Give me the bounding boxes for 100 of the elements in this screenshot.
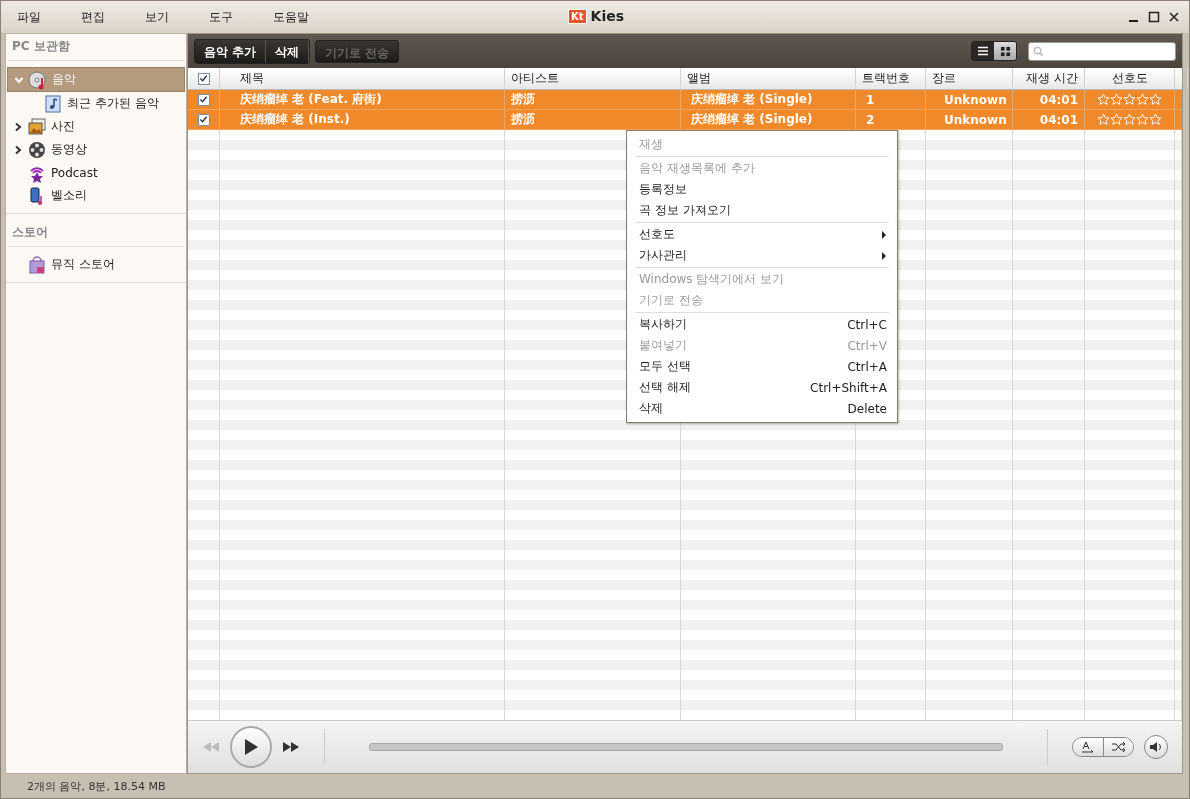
shortcut-label: Ctrl+A	[847, 359, 887, 374]
close-icon	[1167, 10, 1181, 24]
rewind-icon	[202, 742, 220, 752]
menu-item-label: 재생	[639, 136, 664, 153]
star-outline-icon	[1136, 93, 1149, 106]
checkbox[interactable]	[197, 93, 210, 106]
shortcut-label: Delete	[847, 401, 887, 416]
menu-item-label: 기기로 전송	[639, 292, 704, 309]
star-outline-icon	[1110, 113, 1123, 126]
section-title: 스토어	[8, 220, 184, 247]
star-outline-icon	[1123, 113, 1136, 126]
sidebar-item[interactable]: Podcast	[7, 161, 185, 184]
music-note-icon	[43, 93, 63, 114]
chevron-right-icon	[13, 144, 23, 155]
photo-icon	[27, 116, 47, 137]
checkmark-icon	[199, 74, 208, 83]
window-title: Kies	[590, 8, 624, 24]
star-outline-icon	[1123, 93, 1136, 106]
chevron-right-icon	[13, 121, 23, 132]
list-view-button[interactable]	[972, 42, 994, 60]
toolbar-button[interactable]: 음악 추가	[195, 39, 267, 63]
table-cell: 捞沥	[505, 90, 681, 109]
star-outline-icon	[1097, 93, 1110, 106]
column-header[interactable]: 선호도	[1085, 68, 1175, 89]
star-outline-icon	[1110, 93, 1123, 106]
search-field[interactable]	[1028, 41, 1176, 61]
sidebar-item[interactable]: 벨소리	[7, 184, 185, 207]
fast-forward-icon	[282, 742, 300, 752]
star-outline-icon	[1097, 113, 1110, 126]
menu-item-label: 가사관리	[639, 247, 688, 264]
menu-item-label: 선호도	[639, 226, 676, 243]
sidebar-item[interactable]: 사진	[7, 115, 185, 138]
menu-item-label: 삭제	[639, 400, 664, 417]
volume-button[interactable]	[1144, 735, 1168, 759]
column-header[interactable]: 제목	[220, 68, 505, 89]
grid-view-button[interactable]	[994, 42, 1016, 60]
music-disc-icon	[28, 69, 48, 90]
menu-item[interactable]: 모두 선택 Ctrl+A	[627, 356, 897, 377]
menu-item[interactable]: 삭제 Delete	[627, 398, 897, 419]
column-header[interactable]: 앨범	[681, 68, 856, 89]
table-cell: 04:01	[1013, 90, 1085, 109]
star-rating[interactable]	[1097, 93, 1162, 106]
table-cell: Unknown	[926, 90, 1013, 109]
checkmark-icon	[199, 95, 208, 104]
maximize-icon	[1147, 10, 1161, 24]
table-cell: 庆绡瘤绰 老 (Single)	[681, 90, 856, 109]
table-cell: 捞沥	[505, 110, 681, 129]
checkbox[interactable]	[197, 72, 210, 85]
shuffle-button[interactable]	[1103, 738, 1133, 756]
menu-item[interactable]: 등록정보	[627, 179, 897, 200]
star-outline-icon	[1149, 113, 1162, 126]
menu-item[interactable]: 가사관리	[627, 245, 897, 266]
menu-item[interactable]: 도구	[199, 8, 247, 26]
sidebar-item[interactable]: 동영상	[7, 138, 185, 161]
column-header[interactable]: 아티스트	[505, 68, 681, 89]
text-arrow-icon	[1080, 741, 1096, 753]
table-cell: 04:01	[1013, 110, 1085, 129]
menu-item[interactable]: 파일	[7, 8, 55, 26]
minimize-icon	[1129, 20, 1138, 22]
menu-item[interactable]: 보기	[135, 8, 183, 26]
table-cell: 庆绡瘤绰 老 (Single)	[681, 110, 856, 129]
checkbox[interactable]	[197, 113, 210, 126]
table-cell: 2	[856, 110, 926, 129]
app-logo: Kt	[568, 8, 587, 24]
table-cell: 庆绡瘤绰 老 (Feat. 府街)	[220, 90, 505, 109]
sidebar-item[interactable]: 최근 추가된 음악	[7, 92, 185, 115]
star-outline-icon	[1136, 113, 1149, 126]
menu-item-label: Windows 탐색기에서 보기	[639, 271, 786, 288]
menu-item[interactable]: 선호도	[627, 224, 897, 245]
menu-item[interactable]: 도움말	[263, 8, 323, 26]
submenu-arrow-icon	[881, 230, 887, 239]
film-reel-icon	[27, 139, 47, 160]
list-icon	[977, 46, 989, 56]
sidebar-item[interactable]: 뮤직 스토어	[7, 253, 185, 276]
menu-item[interactable]: 편집	[71, 8, 119, 26]
menu-item-label: 모두 선택	[639, 358, 692, 375]
menu-item[interactable]: 복사하기 Ctrl+C	[627, 314, 897, 335]
menu-item-label: 등록정보	[639, 181, 688, 198]
column-header[interactable]: 재생 시간	[1013, 68, 1085, 89]
column-header[interactable]: 장르	[926, 68, 1013, 89]
menu-item[interactable]: 곡 정보 가져오기	[627, 200, 897, 221]
toolbar-button[interactable]: 삭제	[266, 39, 310, 63]
search-icon	[1033, 45, 1044, 57]
next-button[interactable]	[282, 742, 300, 752]
column-header[interactable]: 트랙번호	[856, 68, 926, 89]
play-button[interactable]	[230, 726, 272, 768]
menu-item-label: 선택 해제	[639, 379, 692, 396]
play-icon	[244, 739, 258, 755]
table-cell: 庆绡瘤绰 老 (Inst.)	[220, 110, 505, 129]
shortcut-label: Ctrl+V	[847, 338, 887, 353]
star-rating[interactable]	[1097, 113, 1162, 126]
menu-item-label: 붙여넣기	[639, 337, 688, 354]
repeat-button[interactable]	[1073, 738, 1103, 756]
status-text: 2개의 음악, 8분, 18.54 MB	[26, 778, 167, 795]
menu-item[interactable]: 선택 해제 Ctrl+Shift+A	[627, 377, 897, 398]
speaker-icon	[1149, 741, 1163, 753]
shuffle-icon	[1110, 741, 1127, 753]
shortcut-label: Ctrl+Shift+A	[810, 380, 887, 395]
shortcut-label: Ctrl+C	[847, 317, 887, 332]
menu-item-label: 음악 재생목록에 추가	[639, 160, 756, 177]
